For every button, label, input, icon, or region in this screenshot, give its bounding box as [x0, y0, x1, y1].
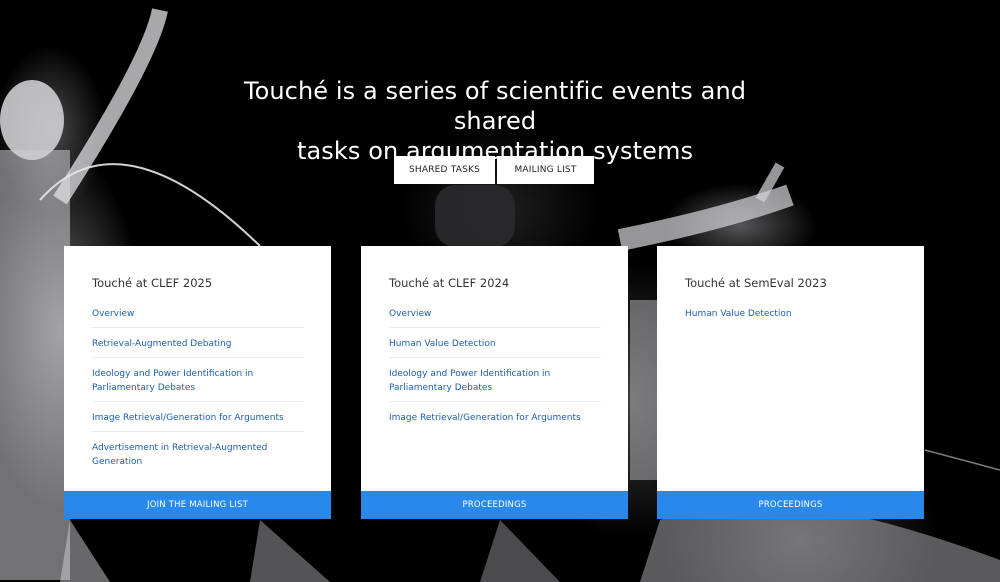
card-link-list: Overview Human Value Detection Ideology …: [389, 305, 601, 438]
proceedings-button[interactable]: Proceedings: [657, 491, 924, 519]
mailing-list-button[interactable]: Mailing List: [497, 156, 594, 184]
card-title: Touché at CLEF 2024: [389, 276, 510, 290]
card-link-list: Overview Retrieval-Augmented Debating Id…: [92, 305, 304, 482]
card-link-overview[interactable]: Overview: [92, 305, 304, 328]
card-link-advertisement-rag[interactable]: Advertisement in Retrieval-Augmented Gen…: [92, 439, 304, 475]
card-title: Touché at CLEF 2025: [92, 276, 213, 290]
card-semeval-2023: Touché at SemEval 2023 Human Value Detec…: [657, 246, 924, 519]
card-link-retrieval-augmented-debating[interactable]: Retrieval-Augmented Debating: [92, 335, 304, 358]
card-link-human-value-detection[interactable]: Human Value Detection: [389, 335, 601, 358]
shared-tasks-button[interactable]: Shared Tasks: [394, 156, 495, 184]
hero-headline-line-1: Touché is a series of scientific events …: [243, 77, 747, 135]
hero-headline: Touché is a series of scientific events …: [200, 76, 790, 166]
proceedings-button[interactable]: Proceedings: [361, 491, 628, 519]
hero-headline-line-2: tasks on argumentation systems: [296, 137, 694, 165]
card-link-ideology-power-identification[interactable]: Ideology and Power Identification in Par…: [92, 365, 304, 402]
card-title: Touché at SemEval 2023: [685, 276, 827, 290]
card-link-overview[interactable]: Overview: [389, 305, 601, 328]
card-link-image-retrieval-generation[interactable]: Image Retrieval/Generation for Arguments: [389, 409, 601, 431]
card-link-list: Human Value Detection: [685, 305, 897, 334]
card-link-image-retrieval-generation[interactable]: Image Retrieval/Generation for Arguments: [92, 409, 304, 432]
card-clef-2024: Touché at CLEF 2024 Overview Human Value…: [361, 246, 628, 519]
join-mailing-list-button[interactable]: Join the mailing list: [64, 491, 331, 519]
card-link-ideology-power-identification[interactable]: Ideology and Power Identification in Par…: [389, 365, 601, 402]
card-link-human-value-detection[interactable]: Human Value Detection: [685, 305, 897, 327]
card-clef-2025: Touché at CLEF 2025 Overview Retrieval-A…: [64, 246, 331, 519]
